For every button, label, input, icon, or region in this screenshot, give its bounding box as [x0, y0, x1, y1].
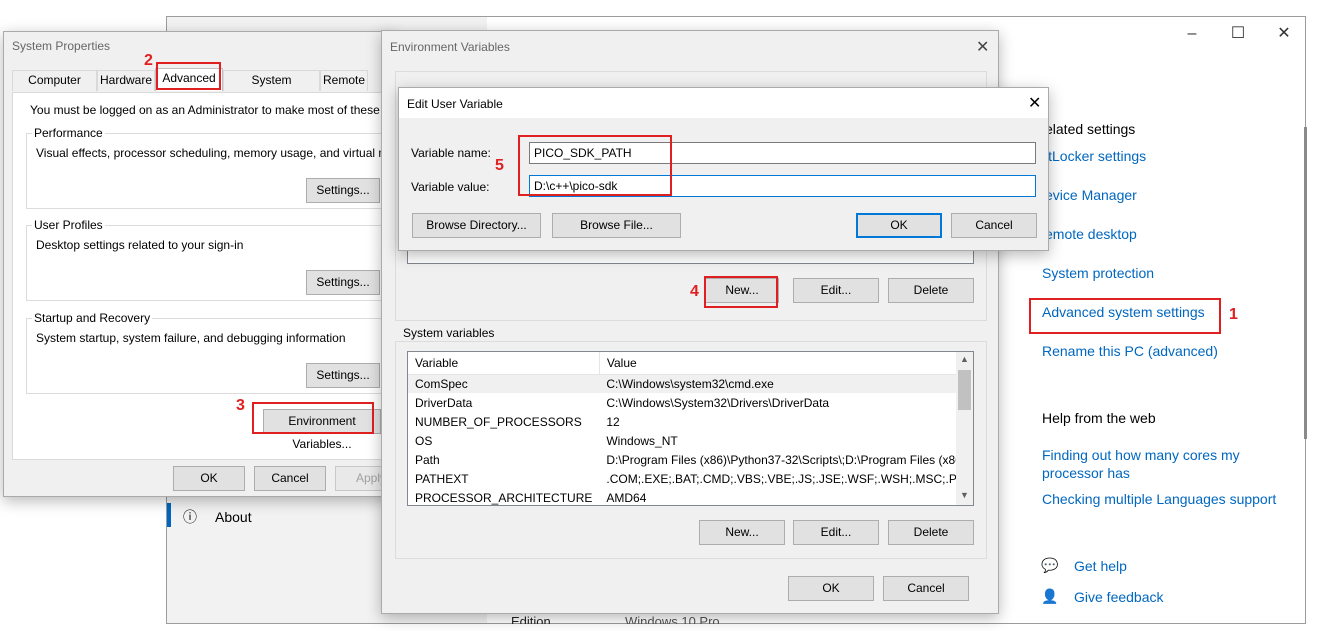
table-row[interactable]: PROCESSOR_ARCHITECTURE AMD64	[408, 488, 973, 505]
var-value: 12	[606, 414, 620, 429]
user-delete-button[interactable]: Delete	[888, 278, 974, 303]
link-give-feedback[interactable]: Give feedback	[1074, 589, 1164, 605]
close-icon[interactable]: ✕	[976, 37, 989, 57]
link-get-help[interactable]: Get help	[1074, 558, 1127, 574]
user-edit-button[interactable]: Edit...	[793, 278, 879, 303]
tab-hardware[interactable]: Hardware	[97, 70, 155, 91]
var-name: DriverData	[415, 395, 473, 410]
column-header-value[interactable]: Value	[599, 352, 973, 374]
related-settings-heading: elated settings	[1045, 121, 1136, 137]
variable-name-label: Variable name:	[411, 146, 491, 160]
var-value: Windows_NT	[606, 433, 678, 448]
scrollbar[interactable]	[1304, 127, 1307, 439]
tab-remote[interactable]: Remote	[320, 70, 368, 91]
edit-cancel-button[interactable]: Cancel	[951, 213, 1037, 238]
table-row[interactable]: ComSpec C:\Windows\system32\cmd.exe	[408, 374, 973, 393]
sysprops-cancel-button[interactable]: Cancel	[254, 466, 326, 491]
var-value: D:\Program Files (x86)\Python37-32\Scrip…	[606, 452, 974, 467]
table-row[interactable]: DriverData C:\Windows\System32\Drivers\D…	[408, 393, 973, 412]
annotation-box-5	[518, 135, 672, 196]
var-name: PROCESSOR_ARCHITECTURE	[415, 490, 593, 505]
var-name: Path	[415, 452, 440, 467]
annotation-number-1: 1	[1229, 306, 1238, 323]
link-rename-pc[interactable]: Rename this PC (advanced)	[1042, 343, 1218, 359]
scroll-down-icon[interactable]: ▼	[960, 490, 969, 500]
tab-system-protection[interactable]: System Protection	[223, 70, 320, 106]
scrollbar-thumb[interactable]	[958, 370, 971, 410]
link-cores[interactable]: Finding out how many cores my processor …	[1042, 446, 1262, 482]
maximize-icon[interactable]: ☐	[1215, 19, 1261, 49]
profiles-desc: Desktop settings related to your sign-in	[36, 238, 244, 252]
annotation-box-2	[156, 62, 221, 90]
startup-desc: System startup, system failure, and debu…	[36, 331, 346, 345]
link-device-manager[interactable]: evice Manager	[1045, 187, 1137, 203]
performance-settings-button[interactable]: Settings...	[306, 178, 380, 203]
var-name: ComSpec	[408, 374, 600, 393]
link-bitlocker[interactable]: itLocker settings	[1045, 148, 1146, 164]
system-variables-list[interactable]: Variable Value ComSpec C:\Windows\system…	[407, 351, 974, 506]
system-variables-table: Variable Value ComSpec C:\Windows\system…	[408, 352, 974, 505]
annotation-number-5: 5	[495, 157, 504, 174]
edition-label: Edition	[511, 614, 551, 624]
edition-value: Windows 10 Pro	[625, 614, 720, 624]
envvars-cancel-button[interactable]: Cancel	[883, 576, 969, 601]
startup-settings-button[interactable]: Settings...	[306, 363, 380, 388]
profiles-label: User Profiles	[32, 218, 105, 232]
table-row[interactable]: OS Windows_NT	[408, 431, 973, 450]
close-icon[interactable]: ✕	[1261, 19, 1307, 49]
system-variables-label: System variables	[401, 326, 497, 340]
dialog-title: System Properties	[12, 39, 111, 53]
variable-value-label: Variable value:	[411, 180, 490, 194]
help-web-heading: Help from the web	[1042, 410, 1156, 426]
table-row[interactable]: Path D:\Program Files (x86)\Python37-32\…	[408, 450, 974, 469]
var-name: PATHEXT	[415, 471, 469, 486]
scroll-up-icon[interactable]: ▲	[960, 354, 969, 364]
var-value: C:\Windows\System32\Drivers\DriverData	[606, 395, 830, 410]
feedback-icon: 👤	[1041, 588, 1059, 604]
annotation-box-4	[704, 276, 778, 308]
annotation-number-3: 3	[236, 397, 245, 414]
link-languages[interactable]: Checking multiple Languages support	[1042, 491, 1276, 507]
annotation-number-4: 4	[690, 283, 699, 300]
table-row[interactable]: NUMBER_OF_PROCESSORS 12	[408, 412, 973, 431]
column-header-variable[interactable]: Variable	[408, 352, 600, 374]
var-name: OS	[415, 433, 433, 448]
var-value: .COM;.EXE;.BAT;.CMD;.VBS;.VBE;.JS;.JSE;.…	[606, 471, 974, 486]
link-remote-desktop[interactable]: emote desktop	[1045, 226, 1137, 242]
var-value: C:\Windows\system32\cmd.exe	[599, 374, 973, 393]
var-value: AMD64	[606, 490, 647, 505]
annotation-box-1	[1029, 298, 1221, 334]
nav-selection-indicator	[167, 503, 171, 527]
startup-label: Startup and Recovery	[32, 311, 153, 325]
dialog-title: Edit User Variable	[407, 97, 503, 111]
nav-item-about[interactable]: About	[215, 509, 252, 525]
scrollbar[interactable]: ▲ ▼	[956, 352, 973, 505]
annotation-box-3	[252, 402, 374, 434]
close-icon[interactable]: ✕	[1028, 93, 1041, 113]
var-name: NUMBER_OF_PROCESSORS	[415, 414, 582, 429]
performance-desc: Visual effects, processor scheduling, me…	[36, 146, 422, 160]
profiles-settings-button[interactable]: Settings...	[306, 270, 380, 295]
dialog-title: Environment Variables	[390, 40, 510, 54]
info-icon: ⓘ	[183, 509, 197, 525]
sysprops-ok-button[interactable]: OK	[173, 466, 245, 491]
performance-label: Performance	[32, 126, 105, 140]
browse-directory-button[interactable]: Browse Directory...	[412, 213, 541, 238]
minimize-icon[interactable]: –	[1169, 19, 1215, 49]
link-system-protection[interactable]: System protection	[1042, 265, 1154, 281]
annotation-number-2: 2	[144, 52, 153, 69]
browse-file-button[interactable]: Browse File...	[552, 213, 681, 238]
envvars-ok-button[interactable]: OK	[788, 576, 874, 601]
system-edit-button[interactable]: Edit...	[793, 520, 879, 545]
tab-computer-name[interactable]: Computer Name	[12, 70, 97, 106]
table-row[interactable]: PATHEXT .COM;.EXE;.BAT;.CMD;.VBS;.VBE;.J…	[408, 469, 974, 488]
edit-ok-button[interactable]: OK	[856, 213, 942, 238]
admin-note: You must be logged on as an Administrato…	[30, 103, 432, 117]
chat-help-icon: 💬	[1041, 557, 1059, 573]
system-delete-button[interactable]: Delete	[888, 520, 974, 545]
system-new-button[interactable]: New...	[699, 520, 785, 545]
